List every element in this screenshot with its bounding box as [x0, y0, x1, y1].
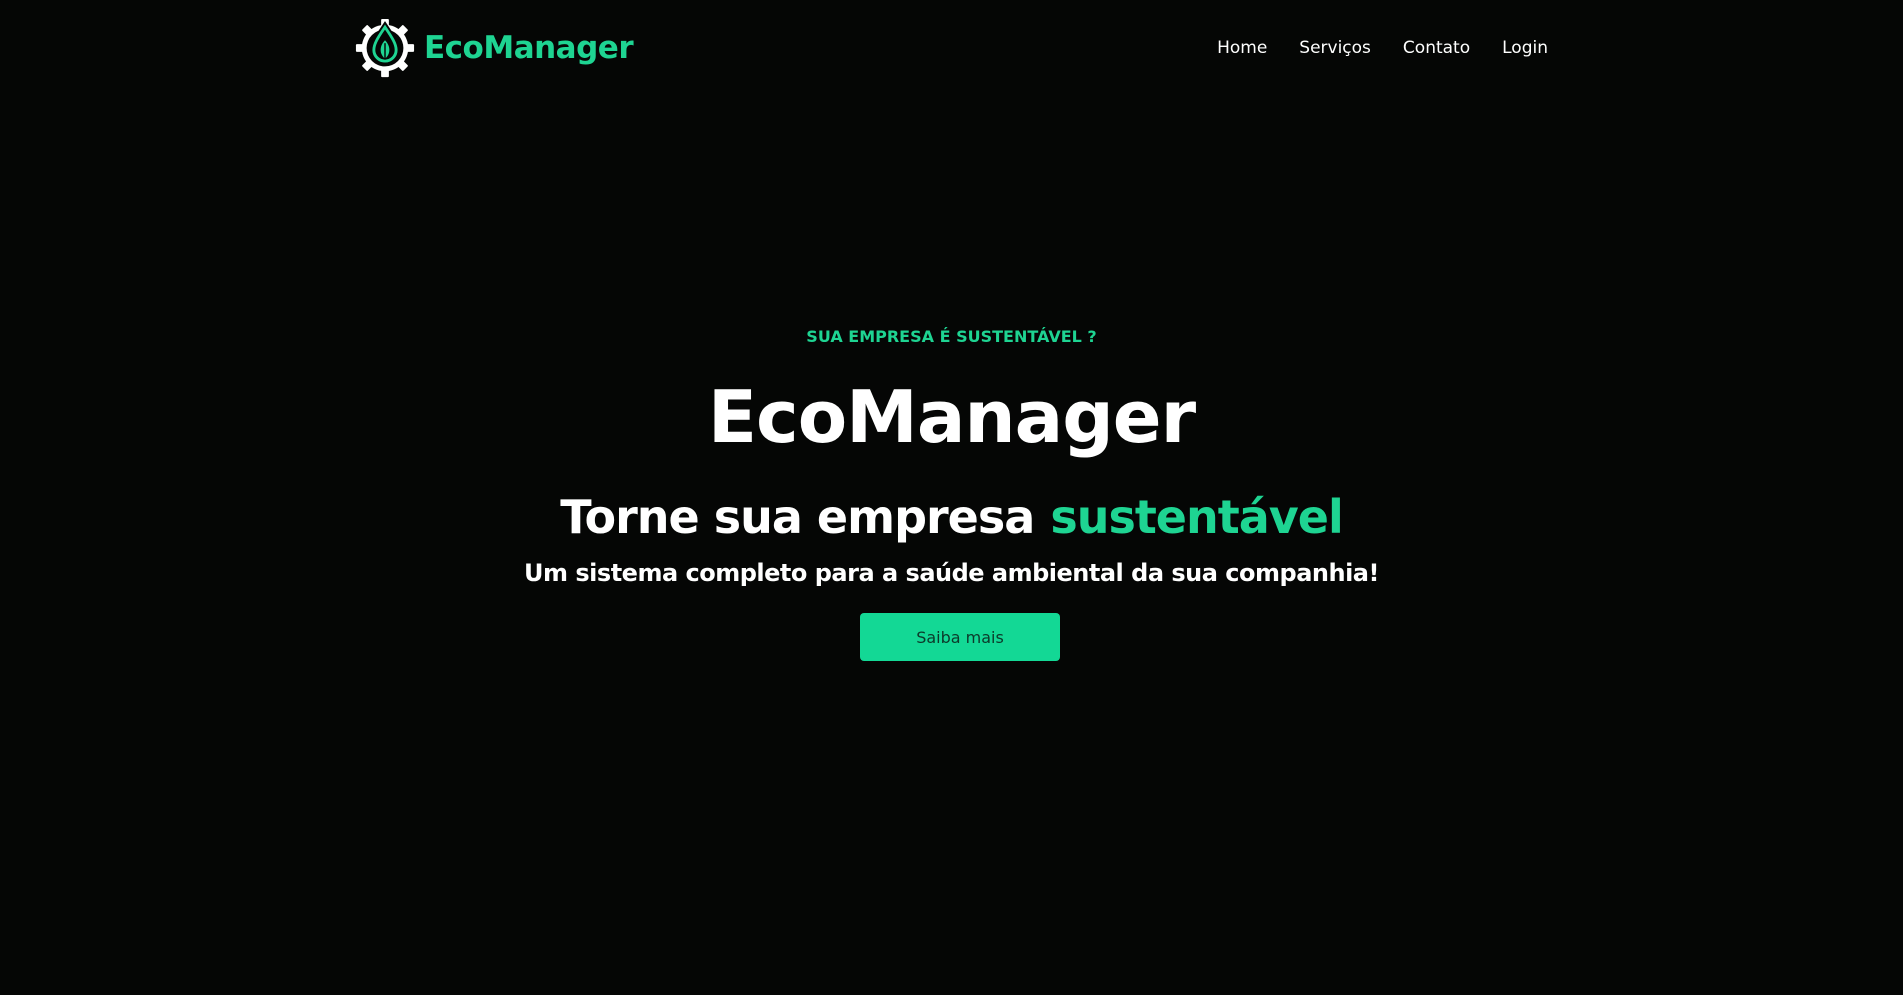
hero-subheadline: Um sistema completo para a saúde ambient… [524, 559, 1379, 587]
navbar: EcoManager Home Serviços Contato Login [0, 0, 1903, 96]
brand-logo-link[interactable]: EcoManager [354, 16, 634, 80]
brand-name: EcoManager [424, 29, 634, 66]
nav-link-servicos[interactable]: Serviços [1299, 36, 1371, 60]
nav-links: Home Serviços Contato Login [1217, 36, 1548, 60]
saiba-mais-button[interactable]: Saiba mais [860, 613, 1060, 661]
hero-title: EcoManager [707, 375, 1196, 459]
hero-section: SUA EMPRESA É SUSTENTÁVEL ? EcoManager T… [0, 0, 1903, 995]
hero-headline-prefix: Torne sua empresa [560, 490, 1035, 544]
nav-link-home[interactable]: Home [1217, 36, 1267, 60]
nav-link-contato[interactable]: Contato [1403, 36, 1470, 60]
hero-headline: Torne sua empresa sustentável [0, 487, 1903, 547]
hero-headline-accent: sustentável [1050, 490, 1343, 544]
hero-eyebrow: SUA EMPRESA É SUSTENTÁVEL ? [806, 327, 1097, 346]
landing-page: EcoManager Home Serviços Contato Login S… [0, 0, 1903, 995]
nav-link-login[interactable]: Login [1502, 36, 1548, 60]
gear-drop-leaf-icon [355, 18, 415, 78]
